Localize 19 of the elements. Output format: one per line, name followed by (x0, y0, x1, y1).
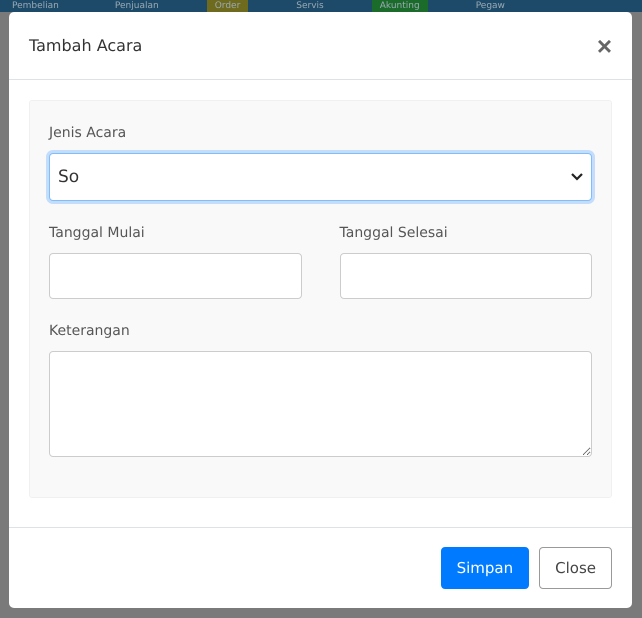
notes-field[interactable] (49, 351, 592, 457)
nav-menu-item[interactable]: Pembelian (4, 0, 67, 12)
modal-title: Tambah Acara (29, 36, 142, 55)
field-label: Keterangan (49, 323, 131, 339)
nav-menu-item[interactable]: Akunting (372, 0, 428, 12)
field-label: Tanggal Selesai (340, 225, 449, 241)
nav-menu-item[interactable]: Penjualan (106, 0, 167, 12)
field-label: Tanggal Mulai (49, 225, 146, 241)
save-button[interactable]: Simpan (440, 547, 530, 589)
event-type-select[interactable]: So (49, 153, 592, 201)
start-date-field[interactable] (49, 253, 302, 299)
field-label: Jenis Acara (49, 125, 128, 141)
close-button[interactable]: Close (539, 547, 612, 589)
end-date-field[interactable] (340, 253, 592, 299)
nav-menu-item[interactable]: Servis (288, 0, 332, 12)
nav-menu-item[interactable]: Order (206, 0, 248, 12)
chevron-down-icon (571, 173, 583, 181)
close-button[interactable]: × (596, 32, 612, 58)
nav-menu-item[interactable]: Pegaw (468, 0, 513, 12)
